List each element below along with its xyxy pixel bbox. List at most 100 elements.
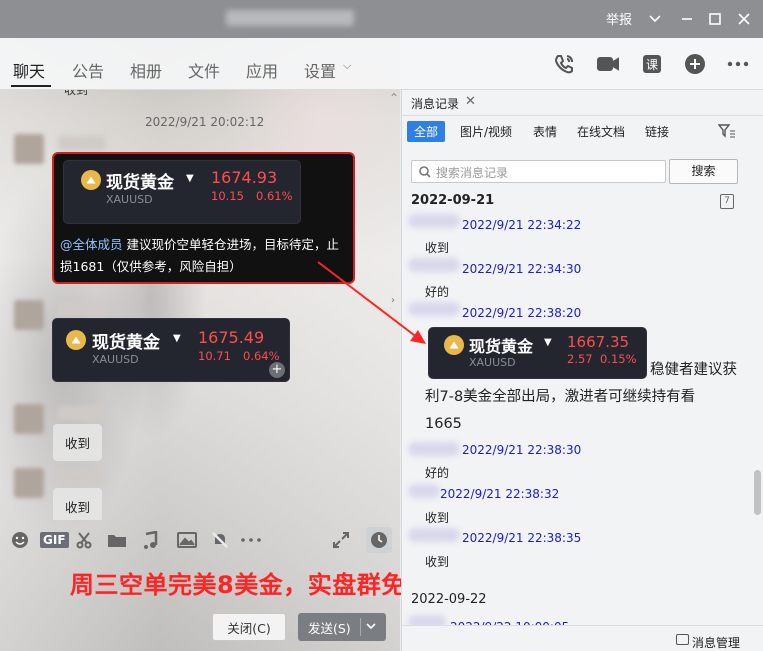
scrollbar-thumb[interactable]	[754, 470, 761, 515]
history-clock-icon[interactable]	[366, 527, 392, 553]
instrument-price: 1667.35	[567, 333, 630, 351]
maximize-icon[interactable]	[702, 6, 728, 32]
music-icon[interactable]	[141, 530, 161, 550]
gold-quote-message[interactable]: 现货黄金 ▼ XAUUSD 1667.35 2.57 0.15%	[428, 327, 647, 379]
instrument-name: 现货黄金	[469, 337, 534, 356]
gold-quote-message[interactable]: 现货黄金 ▼ XAUUSD 1674.93 10.15 0.61% @全体成员 …	[52, 152, 355, 284]
entry-text: 好的	[425, 285, 450, 299]
filter-docs[interactable]: 在线文档	[577, 123, 625, 140]
entry-time: 2022/9/21 22:34:22	[462, 218, 582, 232]
svg-text:课: 课	[646, 58, 658, 72]
chat-bubble[interactable]: 收到	[53, 488, 103, 520]
sender-name-blurred	[58, 470, 104, 484]
sender-name-blurred	[408, 484, 440, 498]
sender-name-blurred	[408, 528, 460, 542]
search-placeholder: 搜索消息记录	[436, 166, 509, 180]
entry-time: 2022/9/21 22:38:32	[440, 487, 560, 501]
emoji-icon[interactable]	[10, 530, 30, 550]
tab-apps[interactable]: 应用	[246, 58, 278, 82]
avatar[interactable]	[14, 134, 44, 164]
message-manage-link[interactable]: 消息管理	[692, 634, 740, 651]
chevron-down-icon[interactable]	[365, 619, 377, 636]
close-icon[interactable]: ✕	[465, 94, 476, 109]
search-button[interactable]: 搜索	[669, 159, 738, 184]
instrument-name: 现货黄金	[92, 333, 160, 353]
divider	[402, 115, 763, 116]
avatar[interactable]	[14, 468, 44, 498]
instrument-code: XAUUSD	[469, 356, 516, 369]
sender-name-blurred	[408, 258, 460, 272]
phone-icon[interactable]	[552, 52, 576, 76]
group-title-blurred	[226, 10, 354, 26]
filter-media[interactable]: 图片/视频	[460, 123, 512, 140]
gif-icon[interactable]: GIF	[40, 532, 69, 548]
send-button-label: 发送(S)	[308, 620, 351, 636]
instrument-price: 1674.93	[211, 168, 278, 187]
previous-message-text: 收到	[64, 90, 89, 97]
close-icon[interactable]	[731, 6, 757, 32]
video-call-icon[interactable]	[596, 52, 620, 76]
avatar[interactable]	[14, 404, 44, 434]
entry-text: 稳健者建议获	[650, 362, 737, 378]
more-icon[interactable]	[726, 52, 750, 76]
message-text: @全体成员 建议现价空单轻仓进场，目标待定，止损1681（仅供参考，风险自担）	[60, 234, 350, 278]
tab-files[interactable]: 文件	[188, 58, 220, 82]
history-tab[interactable]: 消息记录	[411, 95, 459, 112]
tab-settings[interactable]: 设置	[304, 58, 336, 82]
entry-text: 收到	[425, 555, 450, 569]
more-icon[interactable]	[241, 530, 261, 550]
message-history-panel: 消息记录 ✕ 全部 图片/视频 表情 在线文档 链接 搜索消息记录 搜索 202…	[401, 90, 763, 651]
chevron-down-icon[interactable]: ⌵	[343, 59, 351, 73]
tab-announcement[interactable]: 公告	[72, 58, 104, 82]
filter-all[interactable]: 全部	[407, 121, 446, 142]
send-button[interactable]: 发送(S)	[298, 613, 386, 641]
sender-name-blurred	[408, 214, 460, 228]
title-bar: 举报	[0, 0, 763, 38]
price-change: 2.57	[567, 352, 593, 366]
filter-links[interactable]: 链接	[645, 123, 669, 140]
collapse-icon[interactable]: ⌃	[389, 91, 399, 105]
filter-settings-icon[interactable]	[717, 124, 736, 142]
image-icon[interactable]	[177, 530, 197, 550]
mention-all[interactable]: @全体成员	[60, 237, 123, 252]
tab-chat[interactable]: 聊天	[13, 58, 45, 82]
panel-toggle-icon[interactable]: ›	[391, 295, 401, 317]
price-change-pct: 0.64%	[243, 349, 280, 363]
chevron-down-icon[interactable]	[642, 6, 668, 32]
mute-bell-icon[interactable]	[210, 530, 230, 550]
gold-coin-icon	[81, 170, 101, 190]
instrument-name: 现货黄金	[106, 173, 174, 193]
scissors-icon[interactable]	[74, 530, 94, 550]
gold-coin-icon	[66, 330, 86, 350]
chat-message-list[interactable]: 收到 2022/9/21 20:02:12 现货黄金 ▼ XAUUSD 1674…	[0, 90, 400, 520]
tab-album[interactable]: 相册	[130, 58, 162, 82]
price-change: 10.71	[198, 349, 231, 363]
entry-time: 2022/9/21 22:34:30	[462, 262, 582, 276]
avatar[interactable]	[14, 300, 44, 330]
chat-bubble[interactable]: 收到	[53, 424, 103, 461]
entry-time: 2022/9/21 22:38:20	[462, 306, 582, 320]
search-input[interactable]: 搜索消息记录	[411, 160, 666, 183]
expand-icon[interactable]	[331, 530, 351, 550]
message-timestamp: 2022/9/21 20:02:12	[145, 115, 265, 129]
entry-text: 收到	[425, 241, 450, 255]
tab-bar: 聊天 公告 相册 文件 应用 设置 ⌵ 课	[0, 38, 763, 90]
filter-stickers[interactable]: 表情	[533, 123, 557, 140]
calendar-icon[interactable]: 7	[720, 194, 734, 209]
minimize-icon[interactable]	[674, 6, 700, 32]
folder-icon[interactable]	[107, 530, 127, 550]
price-change: 10.15	[211, 189, 244, 203]
plus-icon[interactable]: +	[269, 362, 285, 378]
message-manage-icon[interactable]	[676, 634, 689, 645]
date-header: 2022-09-21	[411, 193, 495, 208]
entry-text: 1665	[425, 416, 462, 432]
close-button[interactable]: 关闭(C)	[212, 613, 286, 641]
sender-name-blurred	[58, 302, 108, 316]
add-icon[interactable]	[683, 52, 707, 76]
gold-quote-message[interactable]: 现货黄金 ▼ XAUUSD 1675.49 10.71 0.64% +	[52, 318, 290, 382]
class-icon[interactable]: 课	[640, 52, 664, 76]
gold-quote-panel[interactable]: 现货黄金 ▼ XAUUSD 1674.93 10.15 0.61%	[63, 160, 301, 224]
report-button[interactable]: 举报	[606, 9, 632, 28]
entry-text: 利7-8美金全部出局，激进者可继续持有看	[425, 389, 696, 405]
sender-name-blurred	[58, 406, 104, 420]
